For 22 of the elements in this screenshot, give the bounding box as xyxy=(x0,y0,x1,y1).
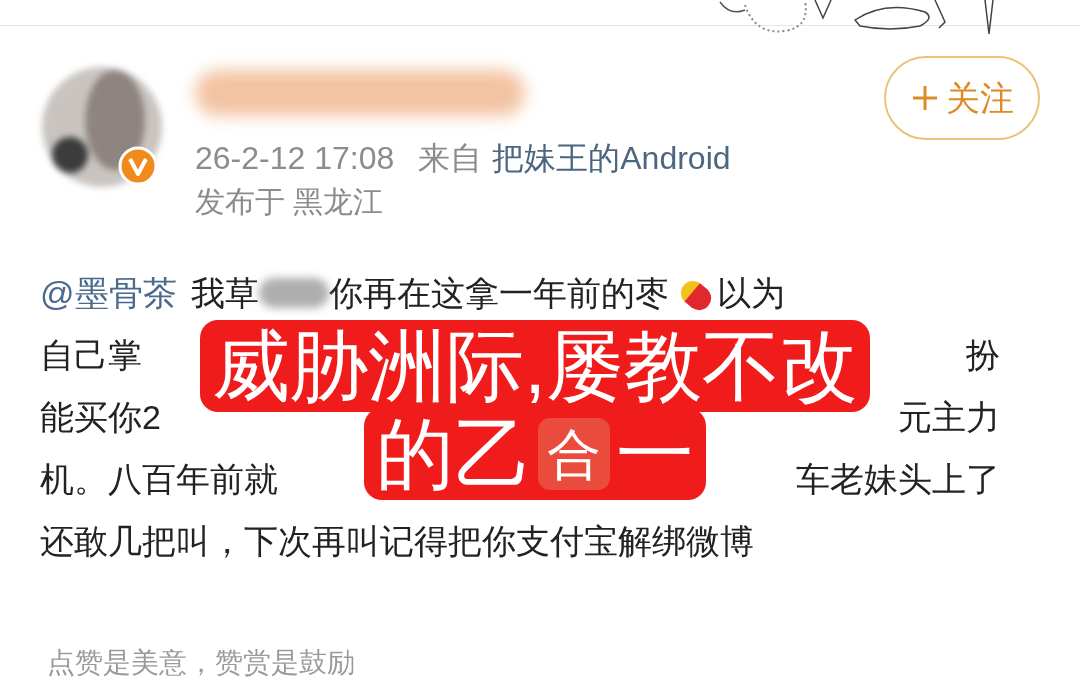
source-label: 来自 xyxy=(418,139,483,178)
post-text: 你再在这拿一年前的枣 xyxy=(328,273,669,314)
emoji-badge: 合 xyxy=(538,418,610,490)
post-text: 以为 xyxy=(716,273,785,314)
redaction-smudge xyxy=(258,278,329,308)
post-time: 26-2-12 17:08 xyxy=(195,139,395,178)
caption-text: 一 xyxy=(616,409,694,500)
post-location: 发布于 黑龙江 xyxy=(195,184,385,220)
mention-link[interactable]: @墨骨茶 xyxy=(40,262,177,324)
source-link[interactable]: 把妹王的Android xyxy=(492,136,731,180)
post-text: 能买你2 xyxy=(40,397,161,438)
post-text: 元主力 xyxy=(898,397,1000,438)
caption-text: 威胁洲际,屡教不改 xyxy=(212,321,858,412)
post-text: 车老妹头上了 xyxy=(796,459,1000,500)
plus-icon xyxy=(910,83,940,113)
post-text: 我草 xyxy=(190,273,259,314)
post-text: 扮 xyxy=(966,335,1000,376)
footer-text: 点赞是美意，赞赏是鼓励 xyxy=(47,647,355,678)
post-text: 机。八百年前就 xyxy=(40,459,278,500)
post-text: 还敢几把叫，下次再叫记得把你支付宝解绑微博 xyxy=(40,521,754,562)
caption-text: 的乙 xyxy=(376,409,532,500)
post-text: 自己掌 xyxy=(40,335,142,376)
